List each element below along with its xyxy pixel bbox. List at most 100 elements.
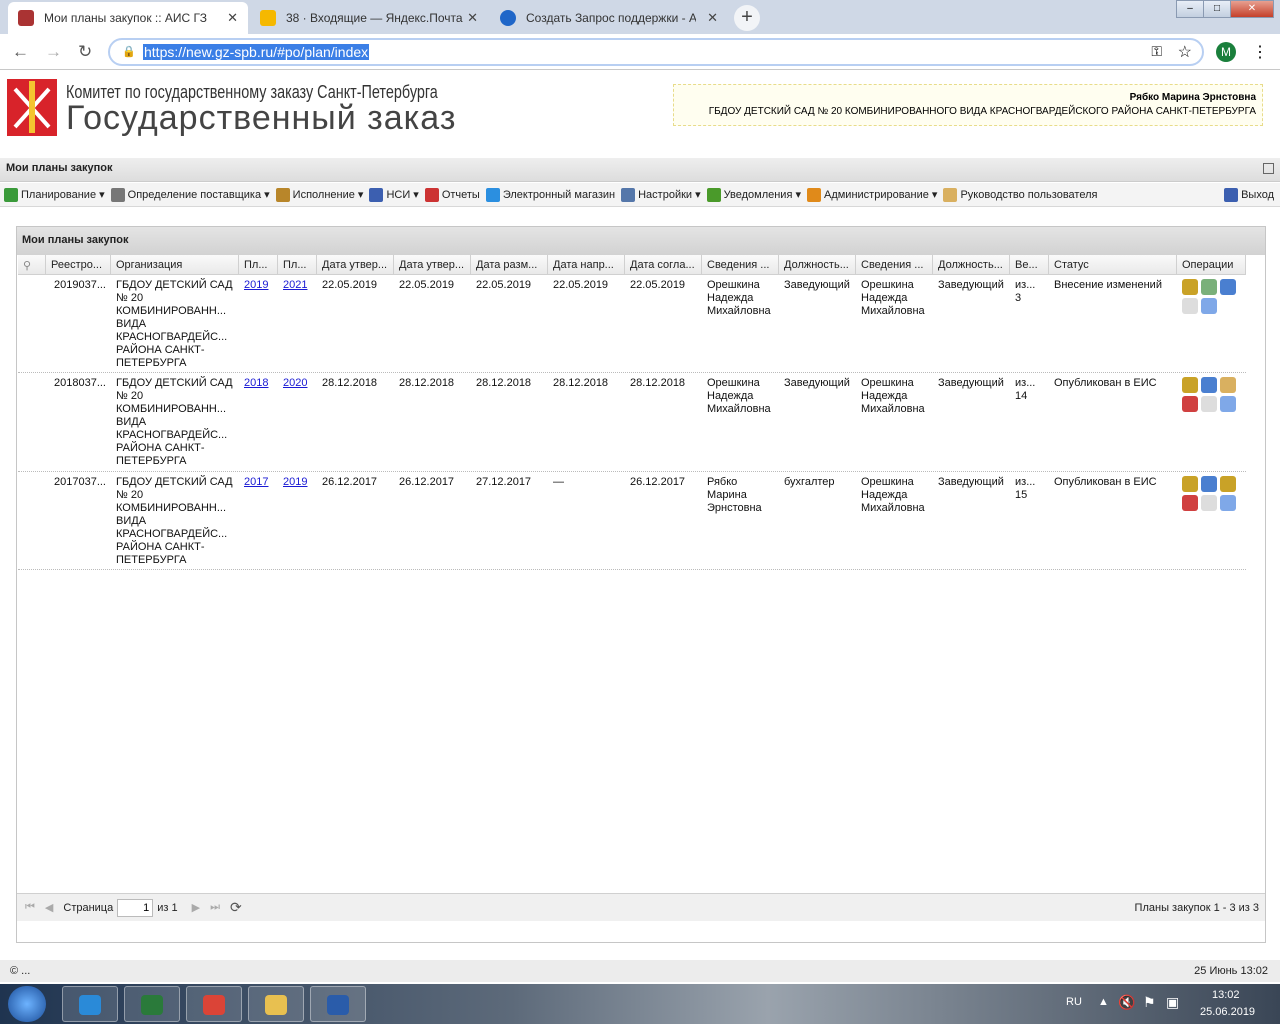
plan-year-link[interactable]: 2018 — [244, 377, 268, 389]
cell-status: Внесение изменений — [1054, 279, 1162, 291]
document-icon[interactable] — [1182, 298, 1198, 314]
close-tab-icon[interactable]: ✕ — [707, 10, 718, 26]
exit-button[interactable]: Выход — [1224, 187, 1274, 202]
emblem-icon[interactable] — [1182, 279, 1198, 295]
approve-doc-icon[interactable] — [1201, 279, 1217, 295]
taskbar-excel-icon[interactable] — [124, 986, 180, 1022]
menu-item-5[interactable]: Электронный магазин — [485, 187, 615, 202]
table-row: 2017037... ГБДОУ ДЕТСКИЙ САД № 20 КОМБИНИ… — [18, 472, 1246, 570]
tab-support[interactable]: Создать Запрос поддержки - АИС ✕ — [490, 2, 728, 34]
column-header[interactable]: Статус — [1049, 255, 1177, 275]
menu-item-6[interactable]: Настройки ▾ — [621, 187, 701, 202]
plan-year-link[interactable]: 2020 — [283, 377, 307, 389]
network-icon[interactable]: ▣ — [1166, 994, 1179, 1011]
star-icon[interactable]: ☆ — [1178, 42, 1192, 62]
menu-item-label: Определение поставщика ▾ — [127, 189, 270, 201]
column-header[interactable]: Должность... — [933, 255, 1010, 275]
clock-time[interactable]: 13:02 — [1212, 989, 1240, 1001]
emblem-icon[interactable] — [1182, 476, 1198, 492]
column-header[interactable]: Организация — [111, 255, 239, 275]
document-icon[interactable] — [1201, 495, 1217, 511]
menu-item-0[interactable]: Планирование ▾ — [4, 187, 105, 202]
menu-item-3[interactable]: НСИ ▾ — [369, 187, 419, 202]
next-page-button[interactable]: ▶ — [192, 901, 200, 914]
column-header[interactable]: Дата утвер... — [317, 255, 394, 275]
tray-arrow-icon[interactable]: ▲ — [1098, 996, 1109, 1008]
first-page-button[interactable]: ⏮ — [25, 901, 35, 914]
tab-ais-gz[interactable]: Мои планы закупок :: АИС ГЗ ✕ — [8, 2, 248, 34]
column-header[interactable]: Сведения ... — [702, 255, 779, 275]
export-icon[interactable] — [1220, 377, 1236, 393]
cell-org: ГБДОУ ДЕТСКИЙ САД № 20 КОМБИНИРОВАНН... … — [116, 476, 233, 566]
taskbar-chrome-icon[interactable] — [186, 986, 242, 1022]
cell-y1: 2018 — [239, 377, 278, 390]
menu-item-8[interactable]: Администрирование ▾ — [806, 187, 937, 202]
forward-icon[interactable]: → — [45, 42, 62, 62]
calendar-add-icon[interactable] — [1182, 396, 1198, 412]
menu-item-label: НСИ ▾ — [386, 189, 419, 201]
key-icon[interactable]: ⚿ — [1151, 43, 1162, 60]
menu-dots-icon[interactable]: ⋮ — [1252, 42, 1268, 62]
cell-d1: 26.12.2017 — [322, 476, 378, 488]
taskbar-word-icon[interactable] — [310, 986, 366, 1022]
reload-icon[interactable]: ↻ — [78, 42, 92, 62]
info-icon[interactable] — [1220, 396, 1236, 412]
back-icon[interactable]: ← — [12, 42, 29, 62]
column-header[interactable]: Дата согла... — [625, 255, 702, 275]
plan-year-link[interactable]: 2019 — [283, 476, 307, 488]
taskbar-explorer-icon[interactable] — [248, 986, 304, 1022]
clock-date[interactable]: 25.06.2019 — [1200, 1006, 1255, 1018]
scroll-icon[interactable] — [1220, 476, 1236, 492]
url-field[interactable]: 🔒 https://new.gz-spb.ru/#po/plan/index ⚿… — [108, 38, 1204, 66]
prev-page-button[interactable]: ◀ — [45, 901, 53, 914]
minimize-button[interactable]: – — [1176, 0, 1204, 18]
start-button[interactable] — [8, 986, 46, 1022]
language-indicator[interactable]: RU — [1066, 996, 1082, 1008]
flag-icon[interactable]: ⚑ — [1143, 994, 1156, 1011]
close-window-button[interactable]: ✕ — [1230, 0, 1274, 18]
page-input[interactable] — [117, 898, 154, 917]
column-header[interactable]: Дата разм... — [471, 255, 548, 275]
filter-icon[interactable]: ⚲ — [18, 255, 46, 275]
tab-yandex-mail[interactable]: 38 · Входящие — Яндекс.Почта ✕ — [250, 2, 488, 34]
column-header[interactable]: Операции — [1177, 255, 1246, 275]
cell-d3: 27.12.2017 — [476, 476, 532, 488]
column-header[interactable]: Пл... — [239, 255, 278, 275]
cell-y1: 2019 — [239, 279, 278, 292]
column-header[interactable]: Реестро... — [46, 255, 111, 275]
edit-icon[interactable] — [1201, 377, 1217, 393]
edit-icon[interactable] — [1201, 476, 1217, 492]
new-tab-button[interactable]: + — [734, 5, 760, 31]
column-header[interactable]: Сведения ... — [856, 255, 933, 275]
last-page-button[interactable]: ⏭ — [210, 901, 220, 914]
calendar-add-icon[interactable] — [1182, 495, 1198, 511]
menu-item-1[interactable]: Определение поставщика ▾ — [110, 187, 270, 202]
table-row: 2019037... ГБДОУ ДЕТСКИЙ САД № 20 КОМБИНИ… — [18, 275, 1246, 373]
menu-item-2[interactable]: Исполнение ▾ — [275, 187, 363, 202]
menu-item-4[interactable]: Отчеты — [424, 187, 480, 202]
taskbar-ie-icon[interactable] — [62, 986, 118, 1022]
info-icon[interactable] — [1220, 495, 1236, 511]
info-icon[interactable] — [1201, 298, 1217, 314]
maximize-button[interactable]: □ — [1203, 0, 1231, 18]
column-header[interactable]: Дата напр... — [548, 255, 625, 275]
emblem-icon[interactable] — [1182, 377, 1198, 393]
column-header[interactable]: Дата утвер... — [394, 255, 471, 275]
column-header[interactable]: Должность... — [779, 255, 856, 275]
refresh-icon[interactable]: ⟳ — [230, 899, 242, 916]
close-tab-icon[interactable]: ✕ — [467, 10, 478, 26]
menu-item-9[interactable]: Руководство пользователя — [943, 187, 1097, 202]
plan-year-link[interactable]: 2019 — [244, 279, 268, 291]
column-header[interactable]: Пл... — [278, 255, 317, 275]
menu-item-7[interactable]: Уведомления ▾ — [706, 187, 801, 202]
plan-year-link[interactable]: 2021 — [283, 279, 307, 291]
column-header[interactable]: Ве... — [1010, 255, 1049, 275]
avatar[interactable]: M — [1216, 42, 1236, 62]
document-icon[interactable] — [1201, 396, 1217, 412]
collapse-icon[interactable] — [1263, 163, 1274, 174]
plan-year-link[interactable]: 2017 — [244, 476, 268, 488]
edit-icon[interactable] — [1220, 279, 1236, 295]
main-menu: Планирование ▾ Определение поставщика ▾ Ис… — [0, 183, 1280, 207]
close-tab-icon[interactable]: ✕ — [227, 10, 238, 26]
volume-icon[interactable]: 🔇 — [1118, 994, 1135, 1011]
